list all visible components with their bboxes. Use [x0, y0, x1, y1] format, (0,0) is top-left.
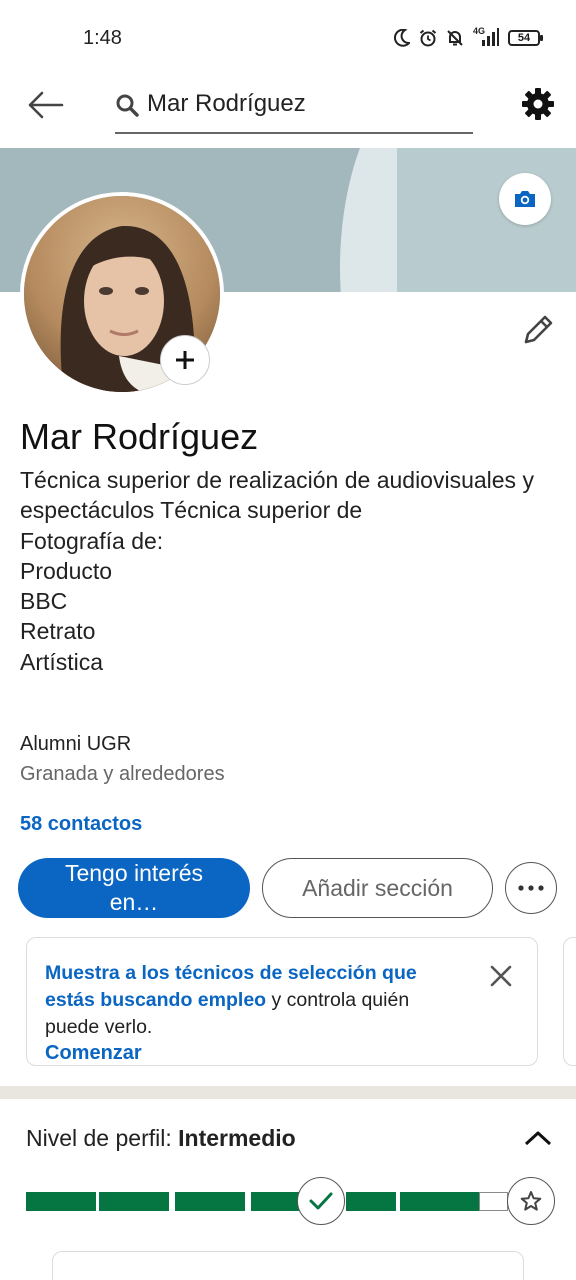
- progress-milestone: [297, 1177, 345, 1225]
- top-bar: Mar Rodríguez: [0, 72, 576, 148]
- profile-level-label: Nivel de perfil: Intermedio: [26, 1125, 296, 1152]
- get-started-link[interactable]: Comenzar: [45, 1042, 142, 1065]
- battery-icon: 54: [508, 30, 543, 46]
- moon-icon: [394, 29, 410, 47]
- collapse-level-button[interactable]: [520, 1122, 556, 1154]
- arrow-left-icon: [28, 91, 64, 119]
- settings-button[interactable]: [518, 84, 558, 124]
- profile-strength-meter: [26, 1192, 508, 1211]
- add-section-button[interactable]: Añadir sección: [262, 858, 493, 918]
- search-value: Mar Rodríguez: [147, 90, 306, 117]
- progress-segment-empty: [479, 1192, 508, 1211]
- profile-suggestion-card[interactable]: [52, 1251, 524, 1280]
- search-input[interactable]: Mar Rodríguez: [115, 84, 473, 134]
- signal-icon: 4G: [473, 26, 499, 48]
- progress-segment: [26, 1192, 96, 1211]
- plus-icon: [176, 351, 194, 369]
- profile-headline: Técnica superior de realización de audio…: [20, 467, 534, 675]
- open-to-work-card: Muestra a los técnicos de selección que …: [26, 937, 538, 1066]
- ellipsis-icon: [518, 885, 544, 891]
- profile-level-value: Intermedio: [178, 1125, 296, 1151]
- star-icon: [520, 1191, 542, 1211]
- profile-school[interactable]: Alumni UGR: [20, 733, 131, 756]
- profile-location: Granada y alrededores: [20, 763, 225, 785]
- camera-icon: [515, 191, 535, 207]
- status-bar: 1:48 4G 54: [0, 0, 576, 72]
- progress-segment: [99, 1192, 169, 1211]
- add-section-label: Añadir sección: [302, 874, 453, 901]
- add-photo-button[interactable]: [160, 335, 210, 385]
- back-button[interactable]: [24, 88, 66, 122]
- progress-goal: [507, 1177, 555, 1225]
- section-divider: [0, 1086, 576, 1099]
- close-icon: [490, 965, 512, 987]
- status-time: 1:48: [83, 27, 122, 49]
- dismiss-card-button[interactable]: [487, 962, 515, 990]
- edit-profile-button[interactable]: [518, 310, 558, 350]
- open-to-button[interactable]: Tengo interés en…: [18, 858, 250, 918]
- gear-icon: [522, 88, 554, 120]
- profile-level-prefix: Nivel de perfil:: [26, 1125, 179, 1151]
- next-card-peek[interactable]: [563, 937, 576, 1066]
- alarm-icon: [419, 29, 437, 47]
- progress-segment: [175, 1192, 245, 1211]
- banner-shape: [397, 148, 576, 292]
- edit-banner-button[interactable]: [499, 173, 551, 225]
- check-icon: [309, 1192, 333, 1210]
- status-icons: 4G 54: [394, 26, 543, 50]
- progress-segment: [346, 1192, 396, 1211]
- progress-segment: [400, 1192, 478, 1211]
- promo-text: Muestra a los técnicos de selección que …: [45, 960, 465, 1041]
- pencil-icon: [524, 315, 553, 344]
- profile-name: Mar Rodríguez: [20, 416, 259, 457]
- bell-off-icon: [447, 30, 463, 46]
- search-icon: [116, 94, 139, 117]
- chevron-up-icon: [524, 1131, 552, 1146]
- contacts-link[interactable]: 58 contactos: [20, 813, 142, 836]
- more-actions-button[interactable]: [505, 862, 557, 914]
- open-to-label: Tengo interés en…: [64, 860, 204, 915]
